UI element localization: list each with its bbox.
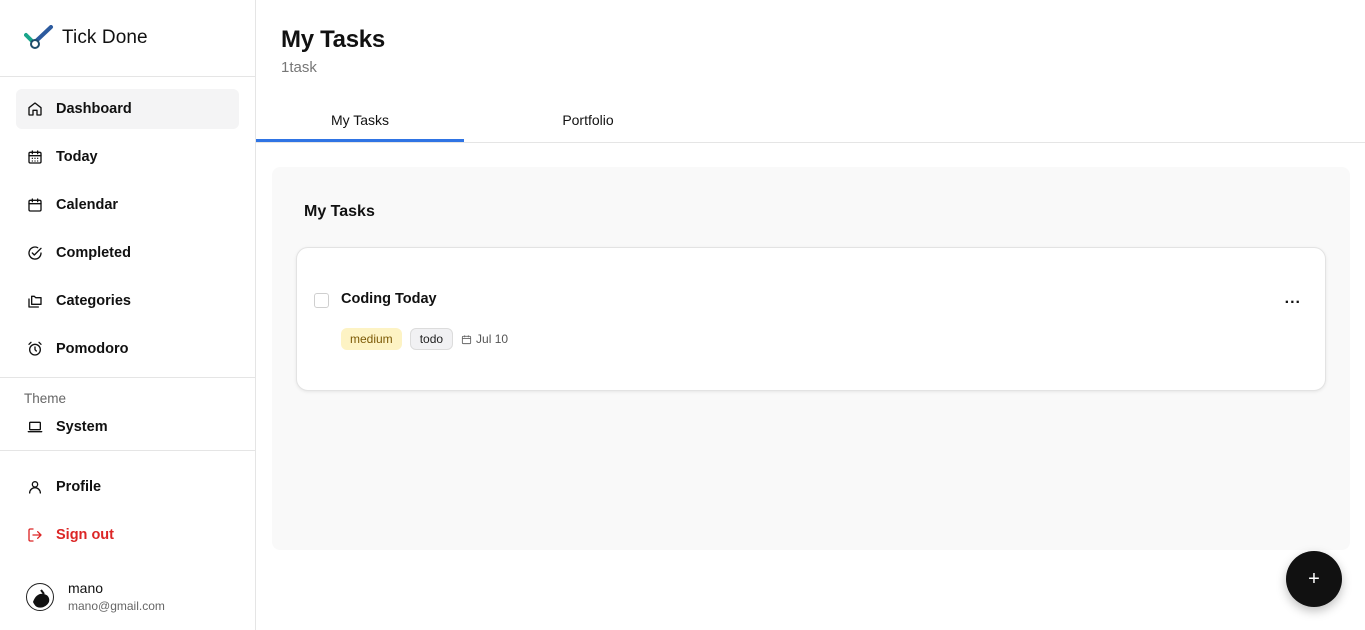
calendar-icon — [461, 334, 472, 344]
sidebar-item-label: Pomodoro — [56, 341, 129, 357]
tab-bar: My Tasks Portfolio — [256, 100, 1365, 143]
sidebar-item-completed[interactable]: Completed — [16, 233, 239, 273]
sidebar-item-label: Today — [56, 149, 98, 165]
user-icon — [27, 479, 43, 495]
brand[interactable]: Tick Done — [0, 0, 255, 77]
status-badge: todo — [409, 328, 454, 350]
main-content: My Tasks 1task My Tasks Portfolio My Tas… — [256, 0, 1365, 630]
check-circle-icon — [27, 245, 43, 261]
sidebar-item-profile[interactable]: Profile — [16, 467, 239, 507]
brand-name: Tick Done — [62, 27, 148, 48]
user-info: mano mano@gmail.com — [68, 580, 165, 613]
sign-out-button[interactable]: Sign out — [16, 515, 239, 555]
sidebar-item-today[interactable]: Today — [16, 137, 239, 177]
theme-value: System — [56, 419, 108, 435]
theme-toggle[interactable]: System — [24, 412, 239, 442]
account-nav: Profile Sign out — [0, 451, 255, 555]
due-date: Jul 10 — [461, 332, 508, 346]
alarm-clock-icon — [27, 341, 43, 357]
user-email: mano@gmail.com — [68, 599, 165, 613]
check-logo-icon — [24, 25, 53, 49]
app: Tick Done Dashboard Today Calendar Compl… — [0, 0, 1365, 630]
tasks-panel: My Tasks Coding Today medium todo Jul 10… — [272, 167, 1350, 550]
sidebar-item-calendar[interactable]: Calendar — [16, 185, 239, 225]
task-title: Coding Today — [341, 291, 437, 307]
more-options-button[interactable]: ... — [1285, 291, 1301, 307]
task-card[interactable]: Coding Today medium todo Jul 10 ... — [296, 247, 1326, 391]
sidebar-item-label: Completed — [56, 245, 131, 261]
sidebar: Tick Done Dashboard Today Calendar Compl… — [0, 0, 256, 630]
home-icon — [27, 101, 43, 117]
sidebar-item-categories[interactable]: Categories — [16, 281, 239, 321]
sidebar-item-pomodoro[interactable]: Pomodoro — [16, 329, 239, 369]
calendar-icon — [27, 197, 43, 213]
theme-section: Theme System — [0, 378, 255, 450]
priority-badge: medium — [341, 328, 402, 350]
sidebar-item-label: Categories — [56, 293, 131, 309]
laptop-icon — [27, 419, 43, 435]
sidebar-item-label: Sign out — [56, 527, 114, 543]
due-date-text: Jul 10 — [476, 332, 509, 346]
avatar — [26, 582, 54, 611]
user-card[interactable]: mano mano@gmail.com — [26, 580, 165, 613]
user-name: mano — [68, 580, 104, 596]
add-task-button[interactable]: + — [1286, 551, 1342, 607]
sidebar-item-label: Dashboard — [56, 101, 132, 117]
sidebar-item-label: Calendar — [56, 197, 119, 213]
sign-out-icon — [27, 527, 43, 543]
sidebar-item-label: Profile — [56, 479, 102, 495]
page-header: My Tasks 1task — [256, 0, 1365, 100]
panel-title: My Tasks — [304, 203, 375, 220]
calendar-grid-icon — [27, 149, 43, 165]
task-checkbox[interactable] — [314, 293, 329, 308]
tab-portfolio[interactable]: Portfolio — [464, 100, 712, 140]
task-meta: medium todo Jul 10 — [341, 328, 508, 350]
main-nav: Dashboard Today Calendar Completed Categ… — [0, 77, 255, 369]
theme-heading: Theme — [24, 391, 67, 406]
task-count: 1task — [281, 59, 317, 76]
folders-icon — [27, 293, 43, 309]
tab-my-tasks[interactable]: My Tasks — [256, 100, 464, 142]
page-title: My Tasks — [281, 26, 385, 53]
sidebar-item-dashboard[interactable]: Dashboard — [16, 89, 239, 129]
